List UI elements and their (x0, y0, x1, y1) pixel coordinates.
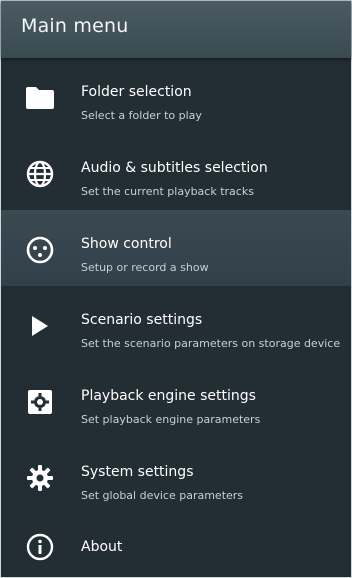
menu-item-scenario-settings[interactable]: Scenario settings Set the scenario param… (1, 286, 351, 362)
show-control-icon (24, 234, 56, 266)
menu-item-show-control[interactable]: Show control Setup or record a show (1, 210, 351, 286)
menu-item-description: Set the scenario parameters on storage d… (81, 337, 341, 350)
menu-item-description: Set the current playback tracks (81, 185, 254, 198)
menu-item-label: Show control (81, 236, 172, 252)
menu-item-folder-selection[interactable]: Folder selection Select a folder to play (1, 58, 351, 134)
gear-icon (24, 462, 56, 494)
menu-item-audio-subtitles-selection[interactable]: Audio & subtitles selection Set the curr… (1, 134, 351, 210)
menu-item-description: Set playback engine parameters (81, 413, 261, 426)
menu-item-label: About (81, 539, 123, 555)
page-title: Main menu (21, 15, 129, 37)
menu-item-playback-engine-settings[interactable]: Playback engine settings Set playback en… (1, 362, 351, 438)
menu-item-label: Folder selection (81, 84, 192, 100)
engine-icon (24, 386, 56, 418)
menu-list: Folder selection Select a folder to play… (1, 58, 351, 514)
menu-item-description: Setup or record a show (81, 261, 209, 274)
main-menu: Main menu Folder selection Select a fold… (0, 0, 352, 578)
menu-item-label: System settings (81, 464, 194, 480)
info-icon (24, 531, 56, 563)
header: Main menu (1, 1, 351, 58)
menu-item-system-settings[interactable]: System settings Set global device parame… (1, 438, 351, 514)
menu-item-about[interactable]: About (1, 515, 351, 578)
menu-item-description: Select a folder to play (81, 109, 202, 122)
menu-item-label: Audio & subtitles selection (81, 160, 268, 176)
menu-item-label: Scenario settings (81, 312, 203, 328)
play-icon (24, 310, 56, 342)
globe-icon (24, 158, 56, 190)
folder-icon (24, 82, 56, 114)
menu-item-description: Set global device parameters (81, 489, 244, 502)
menu-item-label: Playback engine settings (81, 388, 256, 404)
